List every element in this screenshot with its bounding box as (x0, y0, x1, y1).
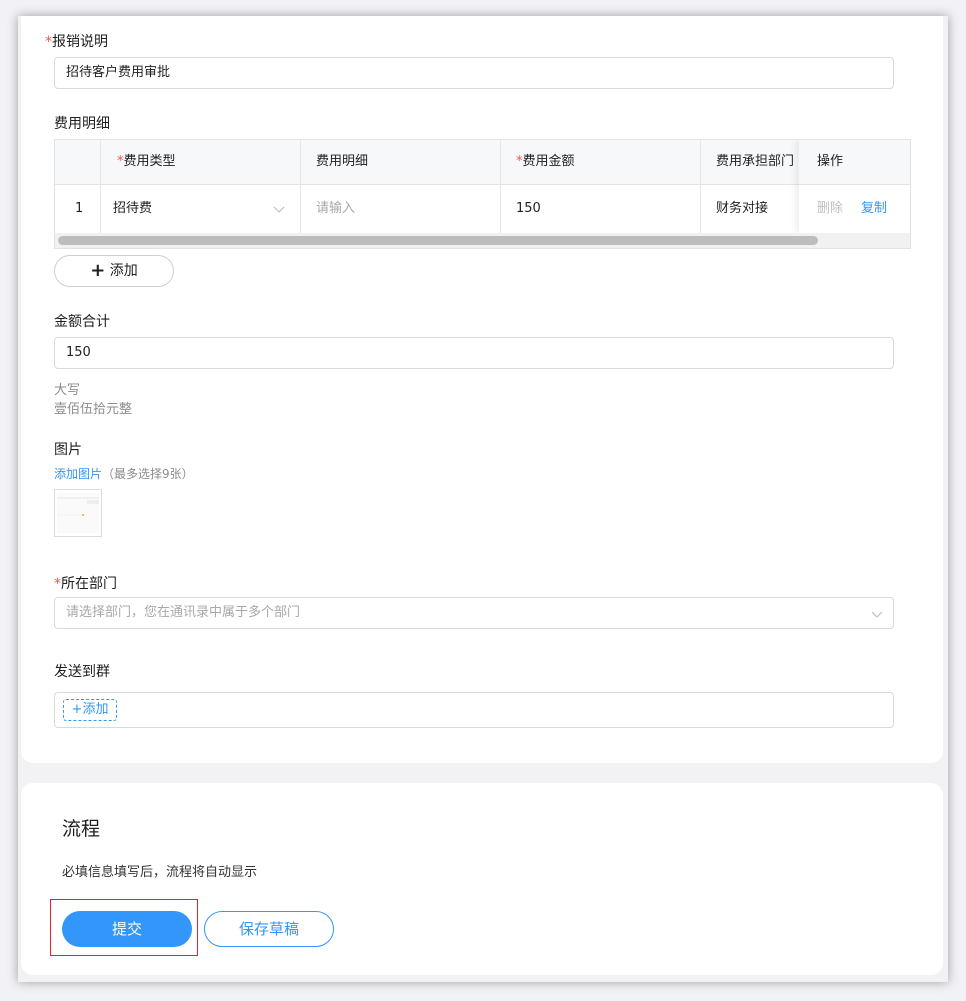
department-input[interactable]: 财务对接 (700, 185, 810, 233)
uppercase-label: 大写 (54, 383, 81, 398)
required-mark: * (45, 34, 52, 50)
process-title: 流程 (62, 818, 101, 840)
group-field: +添加 (54, 692, 894, 728)
form-card: *报销说明 招待客户费用审批 费用明细 *费用类型 费用明细 *费用金额 费用承… (21, 16, 943, 763)
table-row: 1 招待费 请输入 150 财务对接 (55, 185, 910, 233)
add-image-row: 添加图片（最多选择9张） (54, 465, 194, 482)
group-label: 发送到群 (54, 664, 110, 680)
description-value: 招待客户费用审批 (66, 65, 171, 80)
uppercase-value: 壹佰伍拾元整 (54, 402, 133, 417)
process-card: 流程 必填信息填写后，流程将自动显示 提交 保存草稿 (21, 783, 943, 975)
scrollbar-thumb[interactable] (58, 236, 818, 245)
dept-select[interactable]: 请选择部门，您在通讯录中属于多个部门 (54, 597, 894, 629)
save-draft-button[interactable]: 保存草稿 (204, 911, 334, 947)
type-select[interactable]: 招待费 (97, 185, 300, 233)
image-thumbnail[interactable] (54, 489, 102, 537)
table-header: *费用类型 费用明细 *费用金额 费用承担部门 (55, 140, 910, 185)
screenshot-thumbnail-icon (57, 493, 99, 533)
dept-placeholder: 请选择部门，您在通讯录中属于多个部门 (66, 605, 301, 620)
detail-label: 费用明细 (54, 116, 110, 132)
detail-input[interactable]: 请输入 (300, 185, 500, 233)
header-detail: 费用明细 (316, 154, 369, 169)
type-value: 招待费 (113, 201, 153, 216)
description-label-text: 报销说明 (52, 34, 108, 50)
delete-link[interactable]: 删除 (817, 185, 843, 233)
header-actions: 操作 (799, 140, 910, 185)
total-label: 金额合计 (54, 314, 110, 330)
column-divider (700, 140, 701, 233)
description-input[interactable]: 招待客户费用审批 (54, 57, 894, 89)
column-divider (300, 140, 301, 233)
required-mark: * (54, 576, 61, 592)
chevron-down-icon (273, 206, 285, 213)
column-divider (100, 140, 101, 233)
row-index: 1 (75, 201, 84, 216)
process-hint: 必填信息填写后，流程将自动显示 (62, 865, 258, 880)
add-row-label: 添加 (109, 263, 138, 279)
plus-icon: + (90, 260, 106, 281)
group-add-button[interactable]: +添加 (63, 699, 117, 721)
description-label: *报销说明 (45, 31, 108, 51)
image-label: 图片 (54, 442, 82, 458)
submit-button[interactable]: 提交 (62, 911, 192, 947)
form-frame: *报销说明 招待客户费用审批 费用明细 *费用类型 费用明细 *费用金额 费用承… (18, 16, 948, 982)
add-image-hint: （最多选择9张） (102, 467, 194, 481)
header-type: *费用类型 (117, 154, 176, 169)
expense-table: *费用类型 费用明细 *费用金额 费用承担部门 1 招待费 请输入 150 财务… (54, 139, 911, 249)
header-department: 费用承担部门 (716, 154, 795, 169)
add-image-link[interactable]: 添加图片 (54, 467, 102, 481)
total-value: 150 (66, 345, 91, 360)
copy-link[interactable]: 复制 (861, 185, 887, 233)
column-divider (500, 140, 501, 233)
dept-label: *所在部门 (54, 576, 117, 592)
amount-input[interactable]: 150 (500, 185, 700, 233)
actions-column: 操作 删除 复制 (799, 140, 910, 233)
add-row-button[interactable]: + 添加 (54, 255, 174, 287)
header-amount: *费用金额 (516, 154, 575, 169)
chevron-down-icon (871, 611, 883, 618)
total-input[interactable]: 150 (54, 337, 894, 369)
